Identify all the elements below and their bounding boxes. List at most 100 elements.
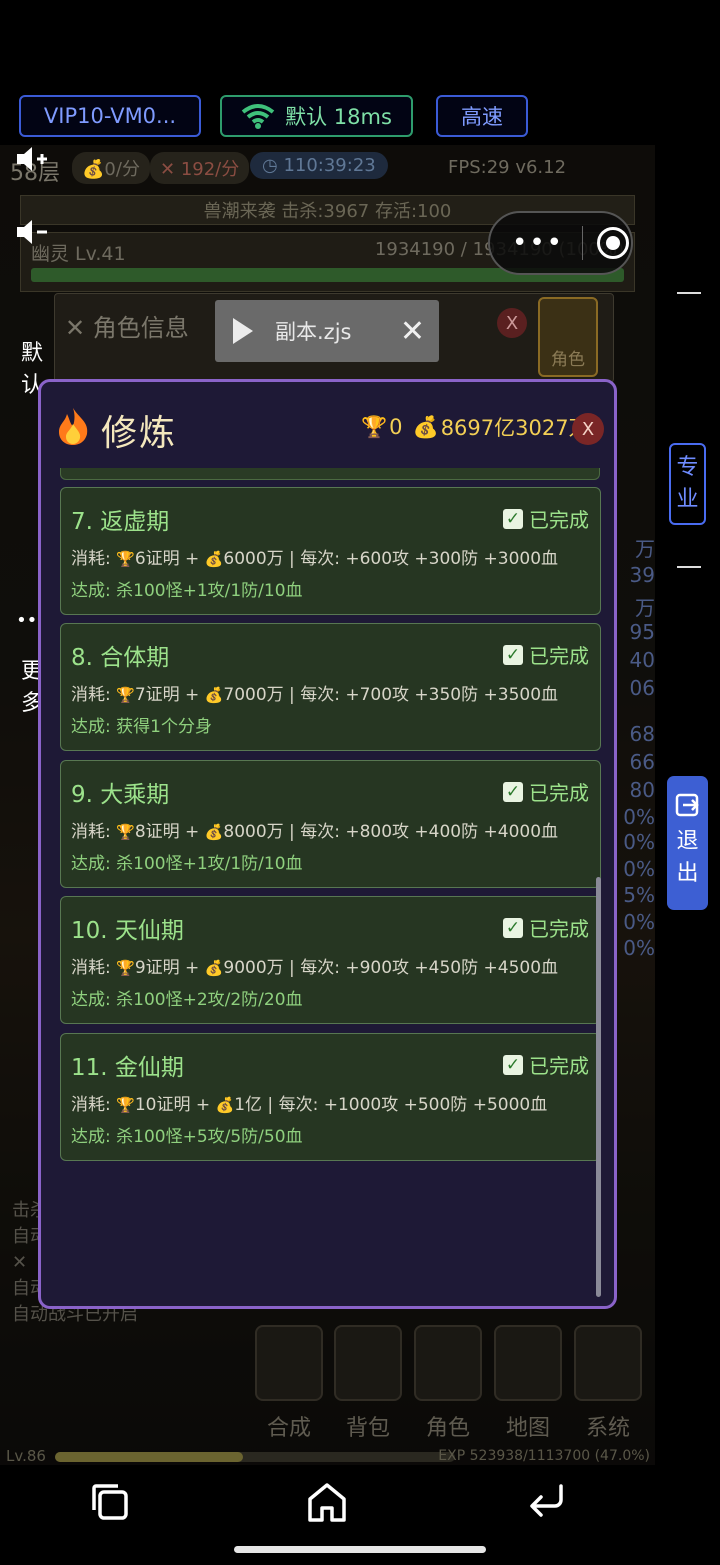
system-button[interactable] [574, 1325, 642, 1401]
realm-achievement: 达成: 获得1个分身 [71, 717, 212, 737]
network-status[interactable]: 默认 18ms [220, 95, 413, 137]
pro-mode-char: 专 [676, 455, 699, 480]
synthesis-button[interactable] [255, 1325, 323, 1401]
recent-apps-icon[interactable] [88, 1480, 132, 1524]
money-bag-icon: 💰 [204, 686, 224, 704]
toolbar-divider [677, 292, 701, 294]
proof-cost: 10证明 + [134, 1095, 216, 1115]
proof-cost: 6证明 + [134, 549, 205, 569]
cost-prefix: 消耗: [71, 822, 117, 842]
completion-status: ✓ 已完成 [503, 1050, 589, 1079]
kill-rate: ✕ 192/分 [150, 152, 250, 184]
speed-button[interactable]: 高速 [436, 95, 528, 137]
side-stat-value: 0% [623, 910, 655, 934]
per-bonus: | 每次: +900攻 +450防 +4500血 [283, 958, 559, 978]
synthesis-label: 合成 [266, 1416, 311, 1441]
realm-achievement: 达成: 杀100怪+5攻/5防/50血 [71, 1127, 303, 1147]
realm-card[interactable]: 8. 合体期 ✓ 已完成消耗: 🏆7证明 + 💰7000万 | 每次: +700攻 … [60, 623, 601, 751]
realm-name: 8. 合体期 [71, 645, 170, 671]
character-button[interactable] [414, 1325, 482, 1401]
map-label: 地图 [505, 1416, 550, 1441]
realm-achievement: 达成: 杀100怪+1攻/1防/10血 [71, 581, 303, 601]
bag-button[interactable] [334, 1325, 402, 1401]
per-bonus: | 每次: +700攻 +350防 +3500血 [283, 685, 559, 705]
speed-label: 高速 [461, 105, 503, 129]
completion-status: ✓ 已完成 [503, 504, 589, 533]
realm-card[interactable]: 7. 返虚期 ✓ 已完成 消耗: 🏆6证明 + 💰6000万 | 每次: +600攻 … [60, 487, 601, 615]
home-indicator[interactable] [234, 1546, 486, 1553]
home-icon[interactable] [305, 1480, 349, 1524]
bag-label: 背包 [345, 1416, 390, 1441]
completion-status: ✓ 已完成 [503, 777, 589, 806]
volume-down-icon[interactable] [0, 216, 64, 248]
system-label: 系统 [585, 1416, 630, 1441]
side-stat-value: 0% [623, 857, 655, 881]
more-menu-icon[interactable]: ••• [508, 228, 568, 258]
network-label: 默认 18ms [285, 105, 392, 129]
side-stat-value: 66 [629, 750, 655, 774]
cost-prefix: 消耗: [71, 958, 117, 978]
play-icon[interactable] [233, 318, 253, 344]
money-cost: 6000万 [223, 549, 284, 569]
script-tooltip[interactable]: 副本.zjs ✕ [215, 300, 439, 362]
close-button[interactable]: X [572, 413, 604, 445]
per-bonus: | 每次: +800攻 +400防 +4000血 [283, 822, 559, 842]
realm-card[interactable]: 10. 天仙期 ✓ 已完成 消耗: 🏆9证明 + 💰9000万 | 每次: +900攻… [60, 896, 601, 1024]
realm-card[interactable]: 9. 大乘期 ✓ 已完成 消耗: 🏆8证明 + 💰8000万 | 每次: +800攻 … [60, 760, 601, 888]
realm-achievement: 达成: 杀100怪+2攻/2防/20血 [71, 990, 303, 1010]
completion-status: ✓ 已完成 [503, 640, 589, 669]
realm-card[interactable]: 11. 金仙期 ✓ 已完成消耗: 🏆10证明 + 💰1亿 | 每次: +1000攻 … [60, 1033, 601, 1161]
gold-rate-value: 0/分 [104, 159, 140, 180]
side-stat-value: 万 [635, 537, 655, 561]
role-panel-close-button[interactable]: X [497, 308, 527, 338]
realm-cost: 消耗: 🏆6证明 + 💰6000万 | 每次: +600攻 +300防 +300… [71, 544, 558, 569]
modal-header: 修炼 🏆 0 💰 8697亿3027万 X [41, 382, 614, 468]
tooltip-close-icon[interactable]: ✕ [400, 314, 425, 349]
volume-up-icon[interactable] [0, 143, 64, 175]
toolbar-divider [677, 566, 701, 568]
trophy-icon: 🏆 [361, 414, 388, 439]
side-stat-value: 39 [629, 563, 655, 587]
realm-achievement: 达成: 杀100怪+1攻/1防/10血 [71, 854, 303, 874]
realm-name: 10. 天仙期 [71, 918, 184, 944]
exp-text: EXP 523938/1113700 (47.0%) [438, 1448, 650, 1464]
map-button[interactable] [494, 1325, 562, 1401]
scrollbar[interactable] [596, 877, 601, 1297]
money-bag-icon: 💰 [412, 414, 439, 439]
side-stat-value: 95 [629, 620, 655, 644]
per-bonus: | 每次: +600攻 +300防 +3000血 [283, 549, 559, 569]
status-label: 已完成 [529, 644, 589, 668]
resources: 🏆 0 💰 8697亿3027万 [361, 412, 590, 442]
close-miniapp-icon[interactable] [597, 227, 629, 259]
vip-badge[interactable]: VIP10-VM0... [19, 95, 201, 137]
status-label: 已完成 [529, 1054, 589, 1078]
exit-button[interactable]: 退 出 [667, 776, 708, 910]
fps-label: FPS:29 v6.12 [448, 157, 567, 178]
realm-name: 11. 金仙期 [71, 1055, 184, 1081]
side-stat-value: 40 [629, 648, 655, 672]
money-cost: 8000万 [223, 822, 284, 842]
exp-bar-fill [55, 1452, 243, 1462]
back-icon[interactable] [525, 1480, 569, 1524]
pro-mode-button[interactable]: 专 业 [669, 443, 706, 525]
gold-rate: 💰0/分 [72, 152, 150, 184]
side-stat-value: 68 [629, 722, 655, 746]
role-button[interactable]: 角色 [538, 297, 598, 377]
realm-cost: 消耗: 🏆10证明 + 💰1亿 | 每次: +1000攻 +500防 +5000… [71, 1090, 547, 1115]
trophy-icon: 🏆 [116, 959, 135, 977]
cost-prefix: 消耗: [71, 549, 117, 569]
realm-cost: 消耗: 🏆7证明 + 💰7000万 | 每次: +700攻 +350防 +350… [71, 680, 558, 705]
capsule-divider [582, 226, 583, 260]
side-stat-value: 5% [623, 883, 655, 907]
side-stat-value: 万 [635, 596, 655, 620]
cost-prefix: 消耗: [71, 1095, 117, 1115]
status-label: 已完成 [529, 781, 589, 805]
money-bag-icon: 💰 [204, 823, 224, 841]
vip-label: VIP10-VM0... [43, 104, 177, 128]
realm-list[interactable]: 7. 返虚期 ✓ 已完成 消耗: 🏆6证明 + 💰6000万 | 每次: +600攻 … [57, 468, 605, 1298]
proof-cost: 8证明 + [134, 822, 205, 842]
checkmark-icon: ✓ [503, 781, 523, 802]
clock-icon: ◷ [262, 155, 284, 176]
trophy-count: 0 [389, 415, 403, 439]
per-bonus: | 每次: +1000攻 +500防 +5000血 [262, 1095, 548, 1115]
